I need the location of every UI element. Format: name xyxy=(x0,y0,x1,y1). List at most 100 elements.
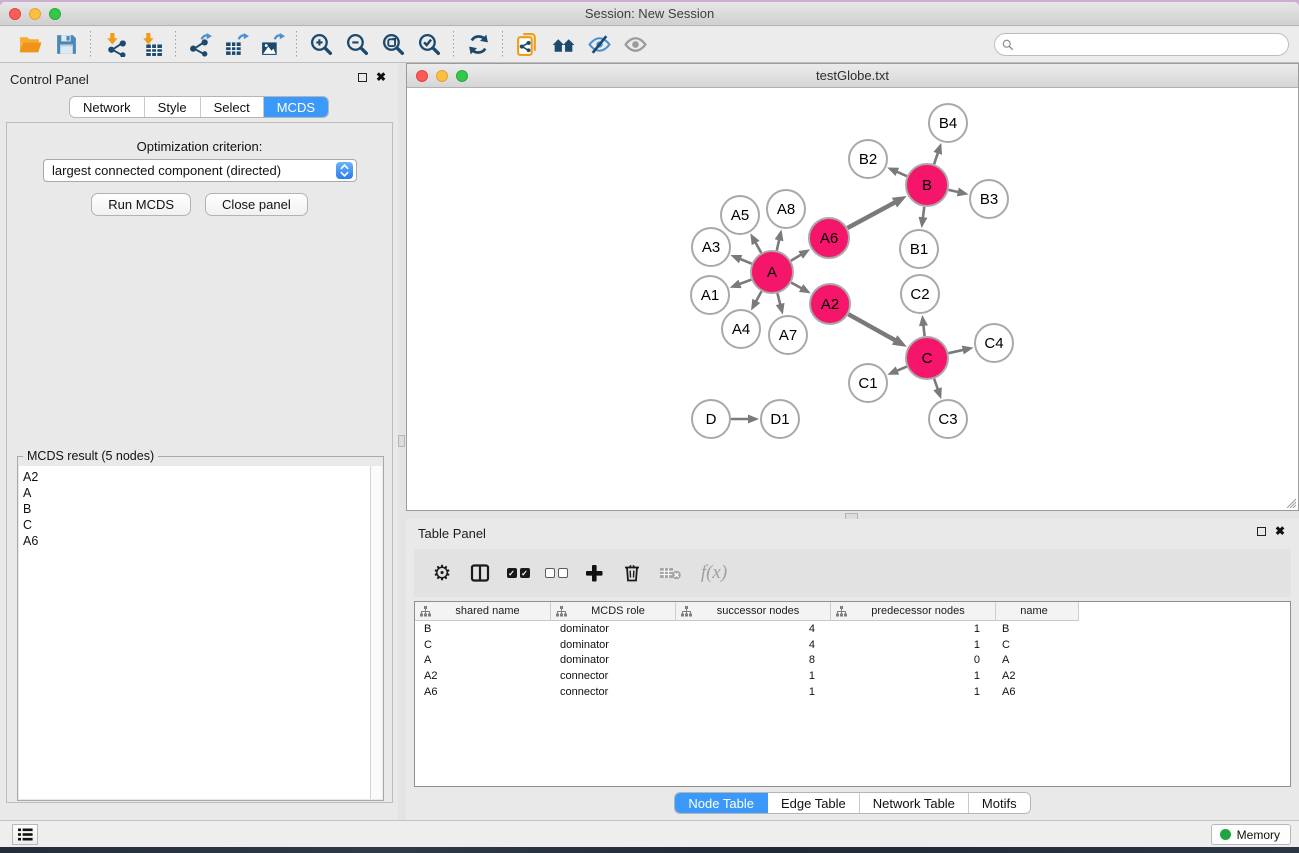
column-header[interactable]: predecessor nodes xyxy=(831,602,996,620)
graph-node-label: A4 xyxy=(732,321,750,338)
node-table: shared name MCDS role successor nodesprede… xyxy=(414,601,1291,787)
tab-select[interactable]: Select xyxy=(201,97,264,117)
list-scrollbar-track[interactable] xyxy=(370,466,382,799)
mcds-tab-content: Optimization criterion: largest connecte… xyxy=(6,122,393,803)
tab-network[interactable]: Network xyxy=(70,97,145,117)
screen: Session: New Session xyxy=(0,0,1299,853)
vertical-splitter-handle[interactable] xyxy=(398,435,405,447)
show-all-networks-icon[interactable] xyxy=(545,30,581,60)
table-close-panel-icon[interactable]: ✖ xyxy=(1275,526,1285,536)
function-builder-icon[interactable]: f(x) xyxy=(692,557,736,589)
float-panel-icon[interactable] xyxy=(358,73,367,82)
add-column-icon[interactable] xyxy=(578,557,610,589)
network-window: testGlobe.txt AA1A2A3A4A5A6A7A8BB1B2B3B4… xyxy=(406,63,1299,511)
export-image-icon[interactable] xyxy=(254,30,290,60)
search-icon xyxy=(1002,39,1014,51)
column-header-label: successor nodes xyxy=(692,605,830,617)
column-function-icon xyxy=(556,606,567,617)
tab-mcds[interactable]: MCDS xyxy=(264,97,328,117)
table-cell: A2 xyxy=(996,670,1079,682)
column-header[interactable]: name xyxy=(996,602,1079,620)
graph-edge-arrowhead xyxy=(730,280,742,288)
table-float-panel-icon[interactable] xyxy=(1257,527,1266,536)
close-panel-button[interactable]: Close panel xyxy=(205,193,308,216)
table-cell: B xyxy=(996,623,1079,635)
graph-edge-A-A5[interactable] xyxy=(755,241,762,253)
control-panel: Control Panel ✖ NetworkStyleSelectMCDS O… xyxy=(0,63,398,820)
zoom-fit-icon[interactable] xyxy=(375,30,411,60)
export-table-icon[interactable] xyxy=(218,30,254,60)
graph-node-label: A7 xyxy=(779,327,797,344)
column-header[interactable]: successor nodes xyxy=(676,602,831,620)
open-session-icon[interactable] xyxy=(12,30,48,60)
close-panel-icon[interactable]: ✖ xyxy=(376,72,386,82)
graph-edge-arrowhead xyxy=(892,335,907,347)
table-cell: 4 xyxy=(676,623,831,635)
column-function-icon xyxy=(420,606,431,617)
graph-node-label: B2 xyxy=(859,151,877,168)
graph-edge-C-C4[interactable] xyxy=(948,350,964,354)
deselect-all-checks-icon[interactable] xyxy=(540,557,572,589)
column-header-label: shared name xyxy=(431,605,550,617)
list-icon xyxy=(18,828,33,841)
search-input[interactable] xyxy=(1018,36,1288,54)
graph-edge-A-A3[interactable] xyxy=(739,258,752,263)
column-header[interactable]: MCDS role xyxy=(551,602,676,620)
hide-selected-icon[interactable] xyxy=(581,30,617,60)
table-panel: Table Panel ✖ ⚙ ✓✓ xyxy=(406,519,1299,820)
select-all-checks-icon[interactable]: ✓✓ xyxy=(502,557,534,589)
tab-network-table[interactable]: Network Table xyxy=(860,793,969,813)
control-panel-tabs: NetworkStyleSelectMCDS xyxy=(69,96,329,118)
graph-edge-A-A6[interactable] xyxy=(791,254,802,261)
delete-column-icon[interactable] xyxy=(616,557,648,589)
column-header[interactable]: shared name xyxy=(415,602,551,620)
import-table-icon[interactable] xyxy=(133,30,169,60)
export-network-icon[interactable] xyxy=(182,30,218,60)
save-session-icon[interactable] xyxy=(48,30,84,60)
mcds-result-item: C xyxy=(23,517,370,533)
graph-edge-arrowhead xyxy=(957,188,969,197)
apply-layout-icon[interactable] xyxy=(460,30,496,60)
network-canvas[interactable]: AA1A2A3A4A5A6A7A8BB1B2B3B4CC1C2C3C4DD1 xyxy=(408,89,1297,510)
mcds-result-legend: MCDS result (5 nodes) xyxy=(23,449,158,463)
table-cell: dominator xyxy=(551,639,676,651)
network-window-titlebar: testGlobe.txt xyxy=(407,64,1298,88)
tab-edge-table[interactable]: Edge Table xyxy=(768,793,860,813)
tab-node-table[interactable]: Node Table xyxy=(675,793,768,813)
table-row[interactable]: A6connector11A6 xyxy=(415,684,1290,700)
table-cell: 1 xyxy=(676,670,831,682)
graph-edge-A2-C[interactable] xyxy=(848,314,896,341)
graph-node-label: B xyxy=(922,177,932,194)
column-header-label: MCDS role xyxy=(567,605,675,617)
table-row[interactable]: Adominator80A xyxy=(415,653,1290,669)
table-row[interactable]: Cdominator41C xyxy=(415,637,1290,653)
table-cell: 1 xyxy=(831,639,996,651)
tab-motifs[interactable]: Motifs xyxy=(969,793,1030,813)
table-cell: dominator xyxy=(551,654,676,666)
column-function-icon xyxy=(681,606,692,617)
table-panel-tabs: Node TableEdge TableNetwork TableMotifs xyxy=(674,792,1030,814)
window-resize-grip[interactable] xyxy=(1284,496,1296,508)
zoom-in-icon[interactable] xyxy=(303,30,339,60)
table-options-icon[interactable]: ⚙ xyxy=(426,557,458,589)
graph-edge-B-B4[interactable] xyxy=(934,151,938,164)
show-columns-icon[interactable] xyxy=(464,557,496,589)
zoom-selected-icon[interactable] xyxy=(411,30,447,60)
status-bar: Memory xyxy=(0,820,1299,847)
criterion-select-value: largest connected component (directed) xyxy=(44,163,336,178)
delete-table-icon[interactable] xyxy=(654,557,686,589)
memory-button[interactable]: Memory xyxy=(1211,824,1291,845)
graph-edge-A-A1[interactable] xyxy=(738,280,751,285)
zoom-out-icon[interactable] xyxy=(339,30,375,60)
task-history-button[interactable] xyxy=(12,824,38,845)
import-network-icon[interactable] xyxy=(97,30,133,60)
run-mcds-button[interactable]: Run MCDS xyxy=(91,193,191,216)
tab-style[interactable]: Style xyxy=(145,97,201,117)
table-row[interactable]: Bdominator41B xyxy=(415,621,1290,637)
show-hidden-icon[interactable] xyxy=(617,30,653,60)
table-row[interactable]: A2connector11A2 xyxy=(415,668,1290,684)
search-field[interactable] xyxy=(994,33,1289,56)
criterion-select[interactable]: largest connected component (directed) xyxy=(43,159,357,182)
graph-edge-A6-B[interactable] xyxy=(847,202,896,228)
clone-network-icon[interactable] xyxy=(509,30,545,60)
